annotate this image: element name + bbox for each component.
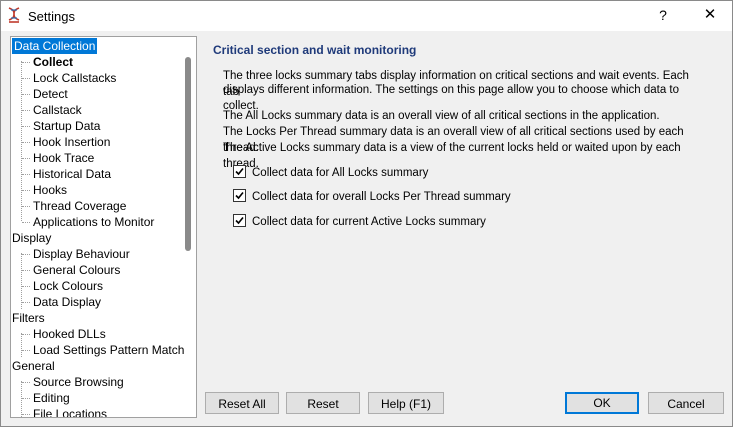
tree-item-applications-to-monitor[interactable]: Applications to Monitor [33,214,154,230]
tree-connector [22,126,30,127]
tree-item-hooked-dlls[interactable]: Hooked DLLs [33,326,106,342]
help-button[interactable]: Help (F1) [368,392,444,414]
tree-item-data-collection[interactable]: Data Collection [12,38,98,54]
tree-item-callstack[interactable]: Callstack [33,102,82,118]
tree-connector [22,270,30,271]
tree-item-thread-coverage[interactable]: Thread Coverage [33,198,126,214]
tree-item-source-browsing[interactable]: Source Browsing [33,374,124,390]
reset-all-button[interactable]: Reset All [205,392,279,414]
app-icon [7,7,21,25]
tree-connector [21,381,22,417]
tree-connector [22,94,30,95]
tree-connector [22,398,30,399]
help-icon[interactable]: ? [641,1,685,31]
tree-connector [22,78,30,79]
active-locks-checkbox-label: Collect data for current Active Locks su… [252,216,486,228]
tree-item-filters[interactable]: Filters [12,310,45,326]
tree-item-startup-data[interactable]: Startup Data [33,118,100,134]
settings-dialog: Settings ? ✕ Data Collection Collect Lock … [0,0,733,427]
close-icon[interactable]: ✕ [688,1,732,31]
tree-item-lock-callstacks[interactable]: Lock Callstacks [33,70,116,86]
window-title: Settings [28,9,75,24]
tree-connector [22,350,30,351]
tree-item-editing[interactable]: Editing [33,390,70,406]
tree-item-data-display[interactable]: Data Display [33,294,101,310]
active-locks-checkbox[interactable] [233,214,246,228]
tree-connector [21,253,22,309]
reset-button[interactable]: Reset [286,392,360,414]
locks-per-thread-checkbox-row[interactable]: Collect data for overall Locks Per Threa… [233,189,511,205]
tree-connector [22,222,30,223]
page-title: Critical section and wait monitoring [213,43,417,57]
tree-item-detect[interactable]: Detect [33,86,68,102]
tree-item-general-colours[interactable]: General Colours [33,262,120,278]
tree-connector [22,254,30,255]
tree-item-hooks[interactable]: Hooks [33,182,67,198]
locks-per-thread-checkbox-label: Collect data for overall Locks Per Threa… [252,191,511,203]
tree-connector [21,61,22,221]
tree-item-display[interactable]: Display [12,230,51,246]
content-panel: Critical section and wait monitoring The… [198,36,729,389]
all-locks-checkbox[interactable] [233,165,246,179]
tree-connector [22,414,30,415]
tree-connector [21,333,22,357]
locks-per-thread-checkbox[interactable] [233,189,246,203]
tree-scrollbar[interactable] [183,37,195,417]
tree-connector [22,174,30,175]
tree-connector [22,142,30,143]
scroll-thumb[interactable] [185,57,191,251]
tree-item-file-locations[interactable]: File Locations [33,406,107,417]
tree-item-hook-insertion[interactable]: Hook Insertion [33,134,110,150]
tree-item-lock-colours[interactable]: Lock Colours [33,278,103,294]
tree-connector [22,158,30,159]
title-bar[interactable]: Settings ? ✕ [1,1,732,31]
tree-connector [22,110,30,111]
tree-item-hook-trace[interactable]: Hook Trace [33,150,94,166]
active-locks-checkbox-row[interactable]: Collect data for current Active Locks su… [233,214,486,230]
tree-item-display-behaviour[interactable]: Display Behaviour [33,246,130,262]
all-locks-checkbox-label: Collect data for All Locks summary [252,167,429,179]
tree-item-historical-data[interactable]: Historical Data [33,166,111,182]
ok-button[interactable]: OK [565,392,639,414]
tree-connector [22,62,30,63]
tree-connector [22,286,30,287]
tree-item-collect[interactable]: Collect [33,54,73,70]
tree-connector [22,206,30,207]
tree-connector [22,190,30,191]
tree-connector [22,302,30,303]
settings-tree[interactable]: Data Collection Collect Lock Callstacks Det… [10,36,197,418]
tree-connector [22,334,30,335]
cancel-button[interactable]: Cancel [648,392,724,414]
tree-connector [22,382,30,383]
tree-item-load-settings-pattern-match[interactable]: Load Settings Pattern Match [33,342,184,358]
all-locks-description: The All Locks summary data is an overall… [223,110,660,122]
tree-item-general[interactable]: General [12,358,55,374]
all-locks-checkbox-row[interactable]: Collect data for All Locks summary [233,165,428,181]
